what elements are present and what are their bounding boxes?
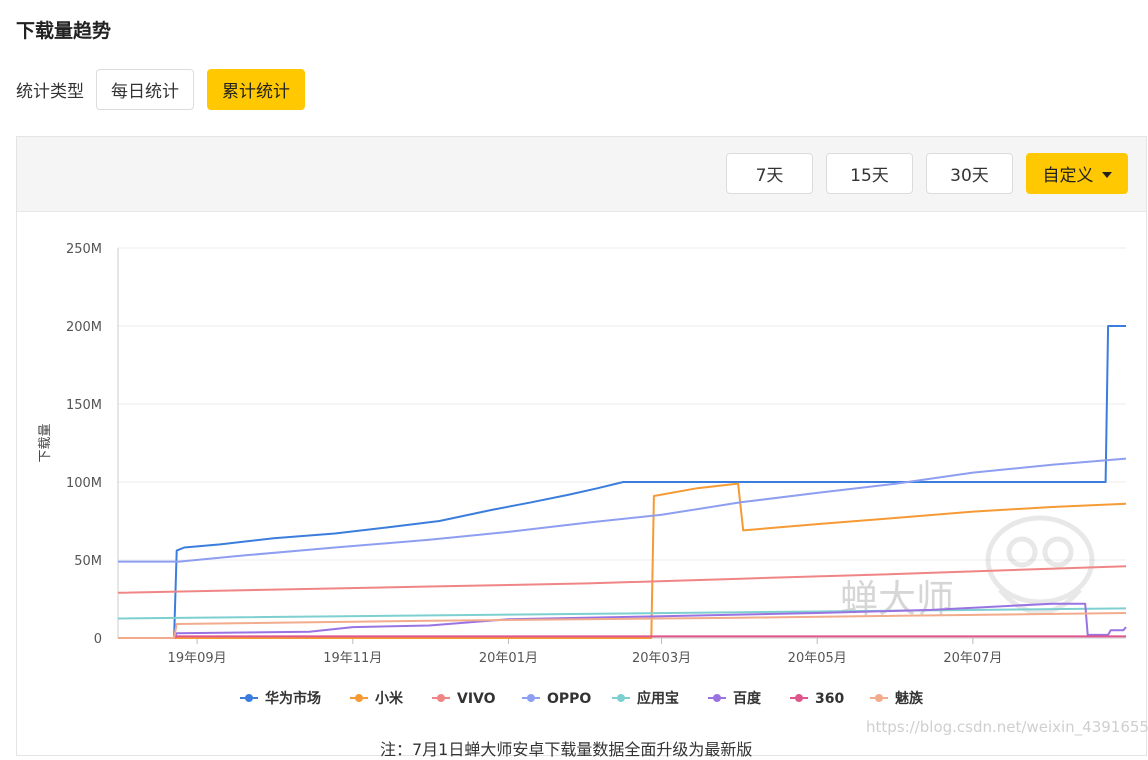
- legend-swatch-dot: [617, 694, 625, 702]
- y-tick-label: 250M: [66, 242, 102, 257]
- y-tick-label: 50M: [74, 554, 102, 569]
- legend-item[interactable]: 应用宝: [612, 690, 679, 707]
- legend-label: 应用宝: [637, 690, 679, 707]
- series-line-3: [118, 457, 1127, 563]
- data-note: 注：7月1日蝉大师安卓下载量数据全面升级为最新版: [380, 740, 753, 759]
- y-tick-label: 100M: [66, 476, 102, 491]
- legend-swatch-dot: [437, 694, 445, 702]
- grid-layer: [118, 247, 1126, 639]
- legend-label: VIVO: [457, 691, 496, 707]
- y-tick-label: 200M: [66, 320, 102, 335]
- x-tick-label: 20年07月: [943, 651, 1002, 666]
- legend-label: 百度: [733, 690, 762, 707]
- legend-item[interactable]: 小米: [350, 690, 404, 707]
- x-tick-label: 20年05月: [788, 651, 847, 666]
- legend-swatch-dot: [713, 694, 721, 702]
- legend-swatch-dot: [875, 694, 883, 702]
- legend-label: 华为市场: [265, 690, 321, 707]
- legend-item[interactable]: 360: [790, 691, 844, 707]
- x-tick-label: 19年11月: [323, 651, 382, 666]
- y-tick-label: 0: [94, 632, 102, 647]
- series-line-5: [118, 602, 1127, 639]
- download-trend-chart: 蝉大师 050M100M150M200M250M19年09月 19年11月 20年0…: [38, 242, 1148, 737]
- legend-label: 魅族: [895, 690, 924, 707]
- x-tick-label: 19年09月: [168, 651, 227, 666]
- legend-swatch-dot: [527, 694, 535, 702]
- legend-swatch-dot: [245, 694, 253, 702]
- legend: 华为市场 小米 VIVO OPPO 应用宝 百度 360 魅族: [240, 690, 924, 707]
- legend-item[interactable]: 百度: [708, 690, 762, 707]
- legend-item[interactable]: 魅族: [870, 690, 924, 707]
- legend-item[interactable]: 华为市场: [240, 690, 321, 707]
- y-tick-label: 150M: [66, 398, 102, 413]
- legend-swatch-dot: [795, 694, 803, 702]
- x-tick-label: 20年03月: [632, 651, 691, 666]
- legend-item[interactable]: OPPO: [522, 691, 591, 707]
- legend-swatch-dot: [355, 694, 363, 702]
- watermark-url: https://blog.csdn.net/weixin_43916556: [866, 718, 1148, 737]
- series-line-2: [117, 565, 1127, 594]
- legend-label: 360: [815, 691, 844, 707]
- legend-item[interactable]: VIVO: [432, 691, 496, 707]
- legend-label: OPPO: [547, 691, 591, 707]
- x-tick-label: 20年01月: [479, 651, 538, 666]
- y-axis-label: 下载量: [38, 423, 53, 462]
- cicada-watermark-icon: [985, 515, 1095, 615]
- legend-label: 小米: [375, 690, 404, 707]
